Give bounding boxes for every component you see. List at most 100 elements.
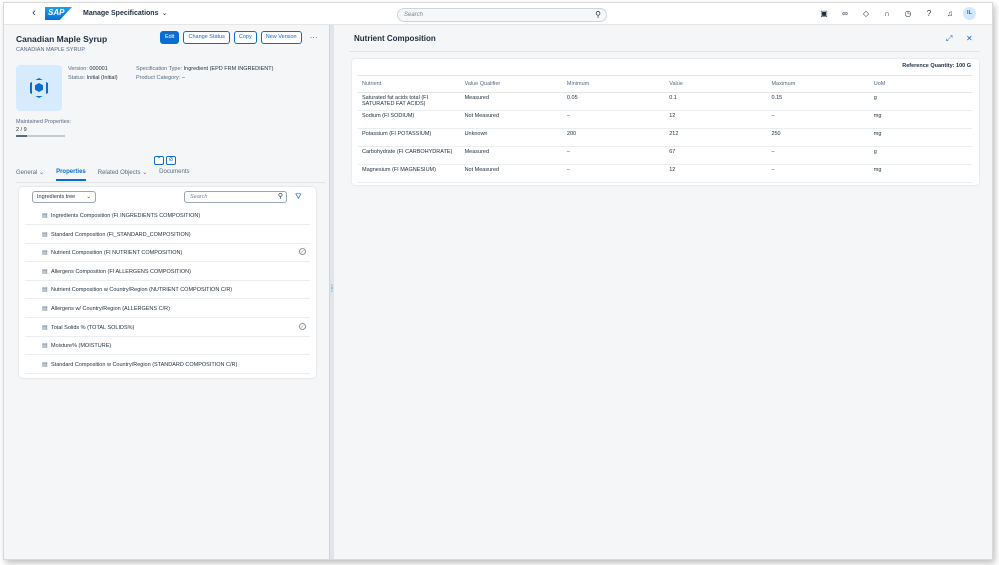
table-cell: Measured xyxy=(460,146,563,165)
table-cell: 12 xyxy=(665,164,768,183)
document-icon: ▤ xyxy=(42,361,48,368)
tree-row[interactable]: ▤ Total Solids % (TOTAL SOLIDS%) ✓ xyxy=(25,319,310,337)
properties-tree-card: Ingredients tree ⌄ Search ⚲ ⛛ ▤ Ingredient… xyxy=(19,187,316,378)
close-icon[interactable]: ✕ xyxy=(966,34,973,43)
document-icon: ▤ xyxy=(42,213,48,219)
more-icon[interactable]: ··· xyxy=(306,31,322,44)
page-title: Canadian Maple Syrup xyxy=(16,34,108,44)
detail-page: Nutrient Composition ⤢ ✕ Reference Quant… xyxy=(334,25,992,559)
feedback-icon[interactable]: ▣ xyxy=(817,8,831,20)
help-icon[interactable]: ? xyxy=(922,8,936,20)
table-cell: 0.15 xyxy=(767,92,870,111)
document-icon: ▤ xyxy=(42,287,48,294)
change-status-button[interactable]: Change Status xyxy=(183,31,230,44)
table-cell: Potassium (FI POTASSIUM) xyxy=(358,128,461,147)
tree-row-label: Standard Composition w Country/Region (S… xyxy=(51,361,238,368)
binoculars-icon[interactable]: ∞ xyxy=(838,8,852,20)
table-cell: Not Measured xyxy=(460,110,563,129)
avatar[interactable]: IL xyxy=(963,7,976,20)
edit-button[interactable]: Edit xyxy=(160,31,180,44)
tab-general[interactable]: General ⌄ xyxy=(16,169,44,181)
column-header[interactable]: Minimum xyxy=(562,75,666,93)
page-subtitle: CANADIAN MAPLE SYRUP xyxy=(16,47,86,53)
copy-button[interactable]: Copy xyxy=(233,31,257,44)
table-cell: g xyxy=(869,146,972,165)
version-field: Version: 000001 xyxy=(68,66,108,72)
app-title-menu[interactable]: Manage Specifications ⌄ xyxy=(83,9,167,17)
column-header[interactable]: UoM xyxy=(869,75,972,93)
new-version-button[interactable]: New Version xyxy=(260,31,302,44)
table-row[interactable]: Sodium (FI SODIUM) Not Measured –12– mg xyxy=(358,110,972,129)
table-cell: – xyxy=(767,146,870,165)
history-icon[interactable]: ◷ xyxy=(901,8,915,20)
tab-properties[interactable]: Properties xyxy=(56,169,86,181)
tree-row[interactable]: ▤ Nutrient Composition w Country/Region (… xyxy=(25,281,310,300)
chevron-down-icon: ⌄ xyxy=(37,170,45,176)
notification-bell-icon[interactable]: ♫ xyxy=(943,8,957,20)
filter-icon[interactable]: ⛛ xyxy=(295,192,302,202)
app-title: Manage Specifications xyxy=(83,10,159,17)
tree-row[interactable]: ▤ Allergens Composition (FI ALLERGENS COM… xyxy=(25,263,310,281)
table-cell: Saturated fat acids total (FI SATURATED … xyxy=(358,92,461,111)
search-placeholder: Search xyxy=(404,12,424,18)
table-row[interactable]: Saturated fat acids total (FI SATURATED … xyxy=(358,92,972,111)
nutrient-table: Nutrient Value Qualifier Minimum Value Maxim… xyxy=(358,75,972,183)
tree-row[interactable]: ▤ Standard Composition w Country/Region (… xyxy=(25,356,310,374)
table-cell: mg xyxy=(869,128,972,147)
nutrient-table-panel: Reference Quantity: 100 G Nutrient Value … xyxy=(352,59,979,185)
tree-row[interactable]: ▤ Allergens w/ Country/Region (ALLERGENS … xyxy=(25,300,310,318)
status-field: Status: Initial (Initial) xyxy=(68,75,118,81)
table-cell: Not Measured xyxy=(460,164,563,183)
table-row[interactable]: Magnesium (FI MAGNESIUM) Not Measured –12–… xyxy=(358,164,972,183)
tree-row-label: Nutrient Composition (FI NUTRIENT COMPOS… xyxy=(51,250,183,257)
tree-search-input[interactable]: Search ⚲ xyxy=(184,191,287,203)
tab-related-objects[interactable]: Related Objects ⌄ xyxy=(98,169,147,181)
chevron-down-icon: ⌄ xyxy=(140,170,148,176)
detail-title: Nutrient Composition xyxy=(354,34,436,43)
column-header[interactable]: Nutrient xyxy=(358,75,461,93)
pin-header-icon[interactable]: ⊘ xyxy=(166,156,176,165)
shell-bar: ‹ SAP Manage Specifications ⌄ Search ⚲ ▣ … xyxy=(4,3,992,25)
table-cell: 250 xyxy=(767,128,870,147)
search-icon[interactable]: ⚲ xyxy=(278,192,283,200)
collapse-header-icon[interactable]: ⌃ xyxy=(154,156,164,165)
tree-row-label: Allergens w/ Country/Region (ALLERGENS C… xyxy=(51,306,170,312)
column-header[interactable]: Value xyxy=(665,75,768,93)
search-icon[interactable]: ⚲ xyxy=(595,10,601,19)
document-icon: ▤ xyxy=(42,306,48,312)
column-header[interactable]: Value Qualifier xyxy=(460,75,563,93)
chevron-down-icon: ⌄ xyxy=(161,10,168,17)
table-cell: Unknown xyxy=(460,128,563,147)
tree-type-select[interactable]: Ingredients tree ⌄ xyxy=(32,191,96,203)
table-cell: mg xyxy=(869,110,972,129)
column-header[interactable]: Maximum xyxy=(767,75,870,93)
maintained-value: 2 / 9 xyxy=(16,127,27,133)
maintained-label: Maintained Properties: xyxy=(16,119,72,125)
tree-row[interactable]: ▤ Nutrient Composition (FI NUTRIENT COMPO… xyxy=(25,244,310,263)
tree-row[interactable]: ▤ Standard Composition (FI_STANDARD_COMPO… xyxy=(25,226,310,244)
document-icon: ▤ xyxy=(42,231,48,238)
tree-row-label: Nutrient Composition w Country/Region (N… xyxy=(51,287,233,294)
object-page: Canadian Maple Syrup CANADIAN MAPLE SYRU… xyxy=(4,25,329,559)
tree-row-label: Allergens Composition (FI ALLERGENS COMP… xyxy=(51,268,191,275)
global-search-input[interactable]: Search ⚲ xyxy=(397,8,607,22)
tab-documents[interactable]: Documents xyxy=(159,169,189,181)
sap-logo[interactable]: SAP xyxy=(45,7,72,20)
fullscreen-icon[interactable]: ⤢ xyxy=(946,34,952,44)
table-cell: 212 xyxy=(665,128,768,147)
table-row[interactable]: Potassium (FI POTASSIUM) Unknown 200 212 250… xyxy=(358,128,972,147)
headset-icon[interactable]: ∩ xyxy=(880,8,894,20)
document-icon: ▤ xyxy=(42,343,48,350)
table-cell: 12 xyxy=(665,110,768,129)
diamond-icon[interactable]: ◇ xyxy=(859,8,873,20)
product-category-field: Product Category: – xyxy=(136,75,185,81)
tree-row[interactable]: ▤ Ingredients Composition (FI INGREDIENTS… xyxy=(25,207,310,225)
table-cell: – xyxy=(562,164,666,183)
tree-row[interactable]: ▤ Moisture% (MOISTURE) xyxy=(25,337,310,356)
table-cell: – xyxy=(562,146,666,165)
table-cell: – xyxy=(767,164,870,183)
table-cell: 200 xyxy=(562,128,666,147)
back-icon[interactable]: ‹ xyxy=(28,7,40,19)
specification-tile xyxy=(16,65,62,111)
table-row[interactable]: Carbohydrate (FI CARBOHYDRATE) Measured –6… xyxy=(358,146,972,165)
